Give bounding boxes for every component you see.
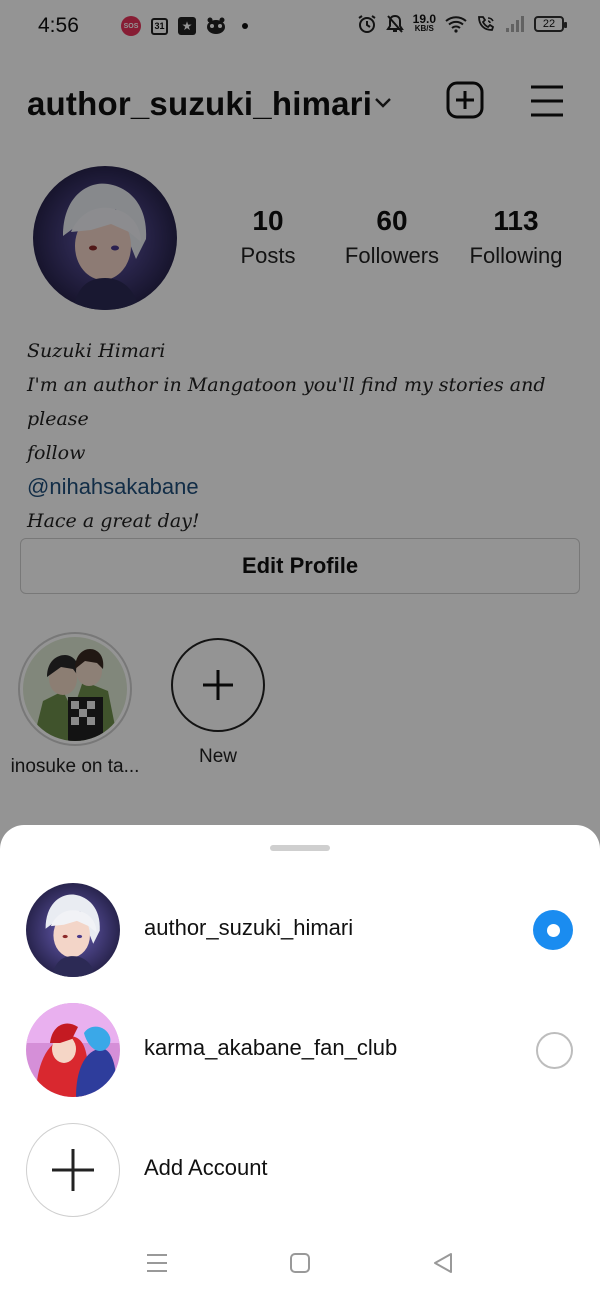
sheet-drag-handle[interactable] — [270, 845, 330, 851]
nav-menu-icon[interactable] — [146, 1252, 168, 1274]
account-switcher-sheet: author_suzuki_himari karma_akabane_fan_c… — [0, 825, 600, 1300]
account-radio-unselected[interactable] — [536, 1032, 573, 1069]
nav-home-icon[interactable] — [289, 1252, 311, 1274]
add-account-row[interactable]: Add Account — [0, 1119, 600, 1219]
plus-icon — [52, 1149, 94, 1191]
account-username: author_suzuki_himari — [144, 915, 354, 940]
account-row-karma-akabane-fan-club[interactable]: karma_akabane_fan_club — [0, 999, 600, 1099]
system-nav-bar — [0, 1230, 600, 1300]
account-username: karma_akabane_fan_club — [144, 1035, 398, 1060]
avatar — [26, 1003, 120, 1097]
avatar — [26, 883, 120, 977]
profile-screen: 4:56 SOS 31 ★ 19.0 KB/S 22 author_suzuki_… — [0, 0, 600, 1300]
add-account-circle — [26, 1123, 120, 1217]
nav-back-icon[interactable] — [432, 1252, 454, 1274]
account-radio-selected[interactable] — [533, 910, 573, 950]
account-row-author-suzuki-himari[interactable]: author_suzuki_himari — [0, 879, 600, 979]
add-account-label: Add Account — [144, 1155, 268, 1180]
